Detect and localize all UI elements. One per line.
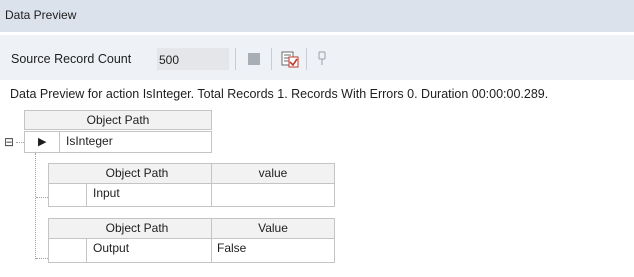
panel-title: Data Preview	[5, 8, 77, 22]
input-row-value[interactable]	[211, 183, 335, 207]
output-table-header-value[interactable]: Value	[211, 218, 335, 239]
row-selector-icon[interactable]: ▶	[24, 131, 60, 153]
output-row-value[interactable]: False	[211, 238, 335, 263]
output-row-label[interactable]: Output	[86, 238, 212, 263]
input-row-selector[interactable]	[48, 183, 87, 207]
output-table-header-object-path[interactable]: Object Path	[48, 218, 212, 239]
grid-header-object-path[interactable]: Object Path	[24, 110, 212, 130]
tree-connector	[36, 197, 48, 198]
row-object-path-cell[interactable]: IsInteger	[59, 131, 212, 153]
input-table-header-object-path[interactable]: Object Path	[48, 163, 212, 184]
input-row-label[interactable]: Input	[86, 183, 212, 207]
input-table-header-value[interactable]: value	[211, 163, 335, 184]
tree-connector	[36, 258, 48, 259]
stop-icon[interactable]	[244, 49, 264, 69]
preview-summary: Data Preview for action IsInteger. Total…	[10, 87, 549, 101]
tree-connector	[35, 153, 36, 259]
pin-icon[interactable]	[312, 49, 332, 69]
toolbar-separator	[306, 48, 307, 70]
toolbar-separator	[235, 48, 236, 70]
preview-check-icon[interactable]	[280, 49, 300, 69]
output-row-selector[interactable]	[48, 238, 87, 263]
collapse-icon[interactable]: ⊟	[4, 135, 14, 149]
source-record-count-input[interactable]: 500	[156, 47, 230, 71]
source-record-count-label: Source Record Count	[11, 52, 132, 66]
toolbar: Source Record Count 500	[0, 35, 634, 80]
panel-titlebar: Data Preview	[0, 0, 634, 32]
toolbar-separator	[271, 48, 272, 70]
